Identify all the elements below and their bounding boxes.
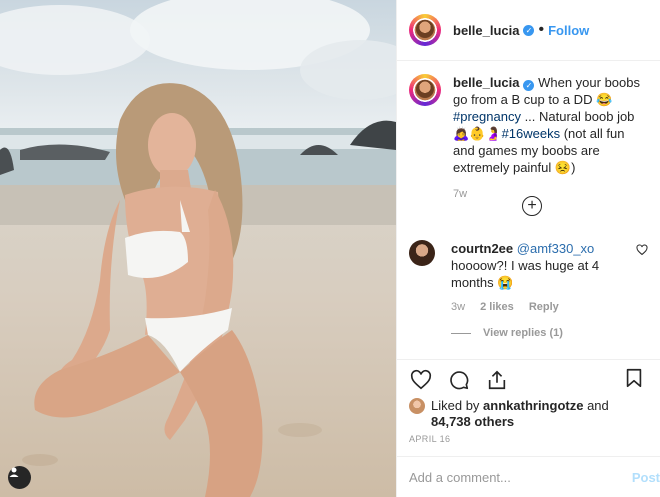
post-date[interactable]: APRIL 16 (409, 434, 450, 444)
hashtag-16weeks[interactable]: #16weeks (502, 126, 561, 141)
action-bar (409, 366, 660, 394)
caption-age[interactable]: 7w (453, 186, 648, 203)
post-header: belle_lucia ✓ • Follow (397, 0, 660, 61)
caption-body: belle_lucia ✓ When your boobs go from a B… (453, 74, 648, 203)
bookmark-icon (626, 368, 642, 388)
post-photo[interactable] (0, 0, 396, 497)
share-icon (488, 370, 506, 390)
commenter-avatar[interactable] (409, 240, 435, 266)
view-replies-button[interactable]: View replies (1) (451, 327, 563, 339)
like-button[interactable] (409, 368, 433, 392)
comment-age[interactable]: 3w (451, 301, 465, 313)
comment-mention[interactable]: @amf330_xo (517, 241, 595, 256)
beach-photo-illustration (0, 0, 396, 497)
post-side-panel: belle_lucia ✓ • Follow belle_lucia ✓ When… (396, 0, 660, 497)
add-comment-input[interactable] (409, 469, 609, 485)
comment-body: courtn2ee @amf330_xo hoooow?! I was huge… (451, 240, 631, 316)
author-avatar[interactable] (409, 14, 441, 46)
comment-item: courtn2ee @amf330_xo hoooow?! I was huge… (409, 240, 648, 316)
heart-icon (410, 369, 432, 390)
view-replies-label: View replies (1) (483, 327, 563, 339)
post-dialog: belle_lucia ✓ • Follow belle_lucia ✓ When… (0, 0, 660, 497)
load-more-comments-button[interactable]: + (522, 196, 542, 216)
comment-bubble-icon (450, 371, 469, 390)
save-button[interactable] (622, 366, 646, 390)
likes-count[interactable]: 84,738 others (431, 414, 514, 429)
likes-text: Liked by annkathringotze and 84,738 othe… (431, 398, 648, 430)
post-comment-button[interactable]: Post (632, 470, 660, 485)
plus-circle-icon: + (527, 197, 537, 214)
liker-username[interactable]: annkathringotze (483, 398, 583, 413)
comment-button[interactable] (447, 368, 471, 392)
likes-summary: Liked by annkathringotze and 84,738 othe… (409, 398, 648, 430)
comment-likes[interactable]: 2 likes (480, 301, 514, 313)
likes-middle: and (583, 398, 609, 413)
add-comment-bar: Post (397, 456, 660, 497)
comment-text: hoooow?! I was huge at 4 months 😭 (451, 258, 600, 290)
author-username[interactable]: belle_lucia (453, 23, 519, 38)
replies-divider (451, 332, 471, 334)
comment-meta: 3w 2 likes Reply (451, 299, 631, 316)
caption-username[interactable]: belle_lucia (453, 75, 519, 90)
caption-verified-badge-icon: ✓ (523, 80, 535, 91)
person-icon (9, 467, 19, 477)
header-separator: • (538, 21, 545, 38)
follow-button[interactable]: Follow (548, 23, 589, 38)
caption-avatar[interactable] (409, 74, 441, 106)
verified-badge-icon: ✓ (523, 24, 535, 36)
liker-avatar[interactable] (409, 398, 425, 414)
caption: belle_lucia ✓ When your boobs go from a B… (409, 74, 648, 203)
likes-prefix: Liked by (431, 398, 484, 413)
comments-section: belle_lucia ✓ When your boobs go from a B… (397, 62, 660, 360)
commenter-username[interactable]: courtn2ee (451, 241, 513, 256)
comment-like-heart-icon[interactable] (636, 244, 648, 256)
tagged-users-icon[interactable] (8, 466, 31, 489)
reply-button[interactable]: Reply (529, 301, 559, 313)
share-button[interactable] (485, 368, 509, 392)
hashtag-pregnancy[interactable]: #pregnancy (453, 109, 521, 124)
